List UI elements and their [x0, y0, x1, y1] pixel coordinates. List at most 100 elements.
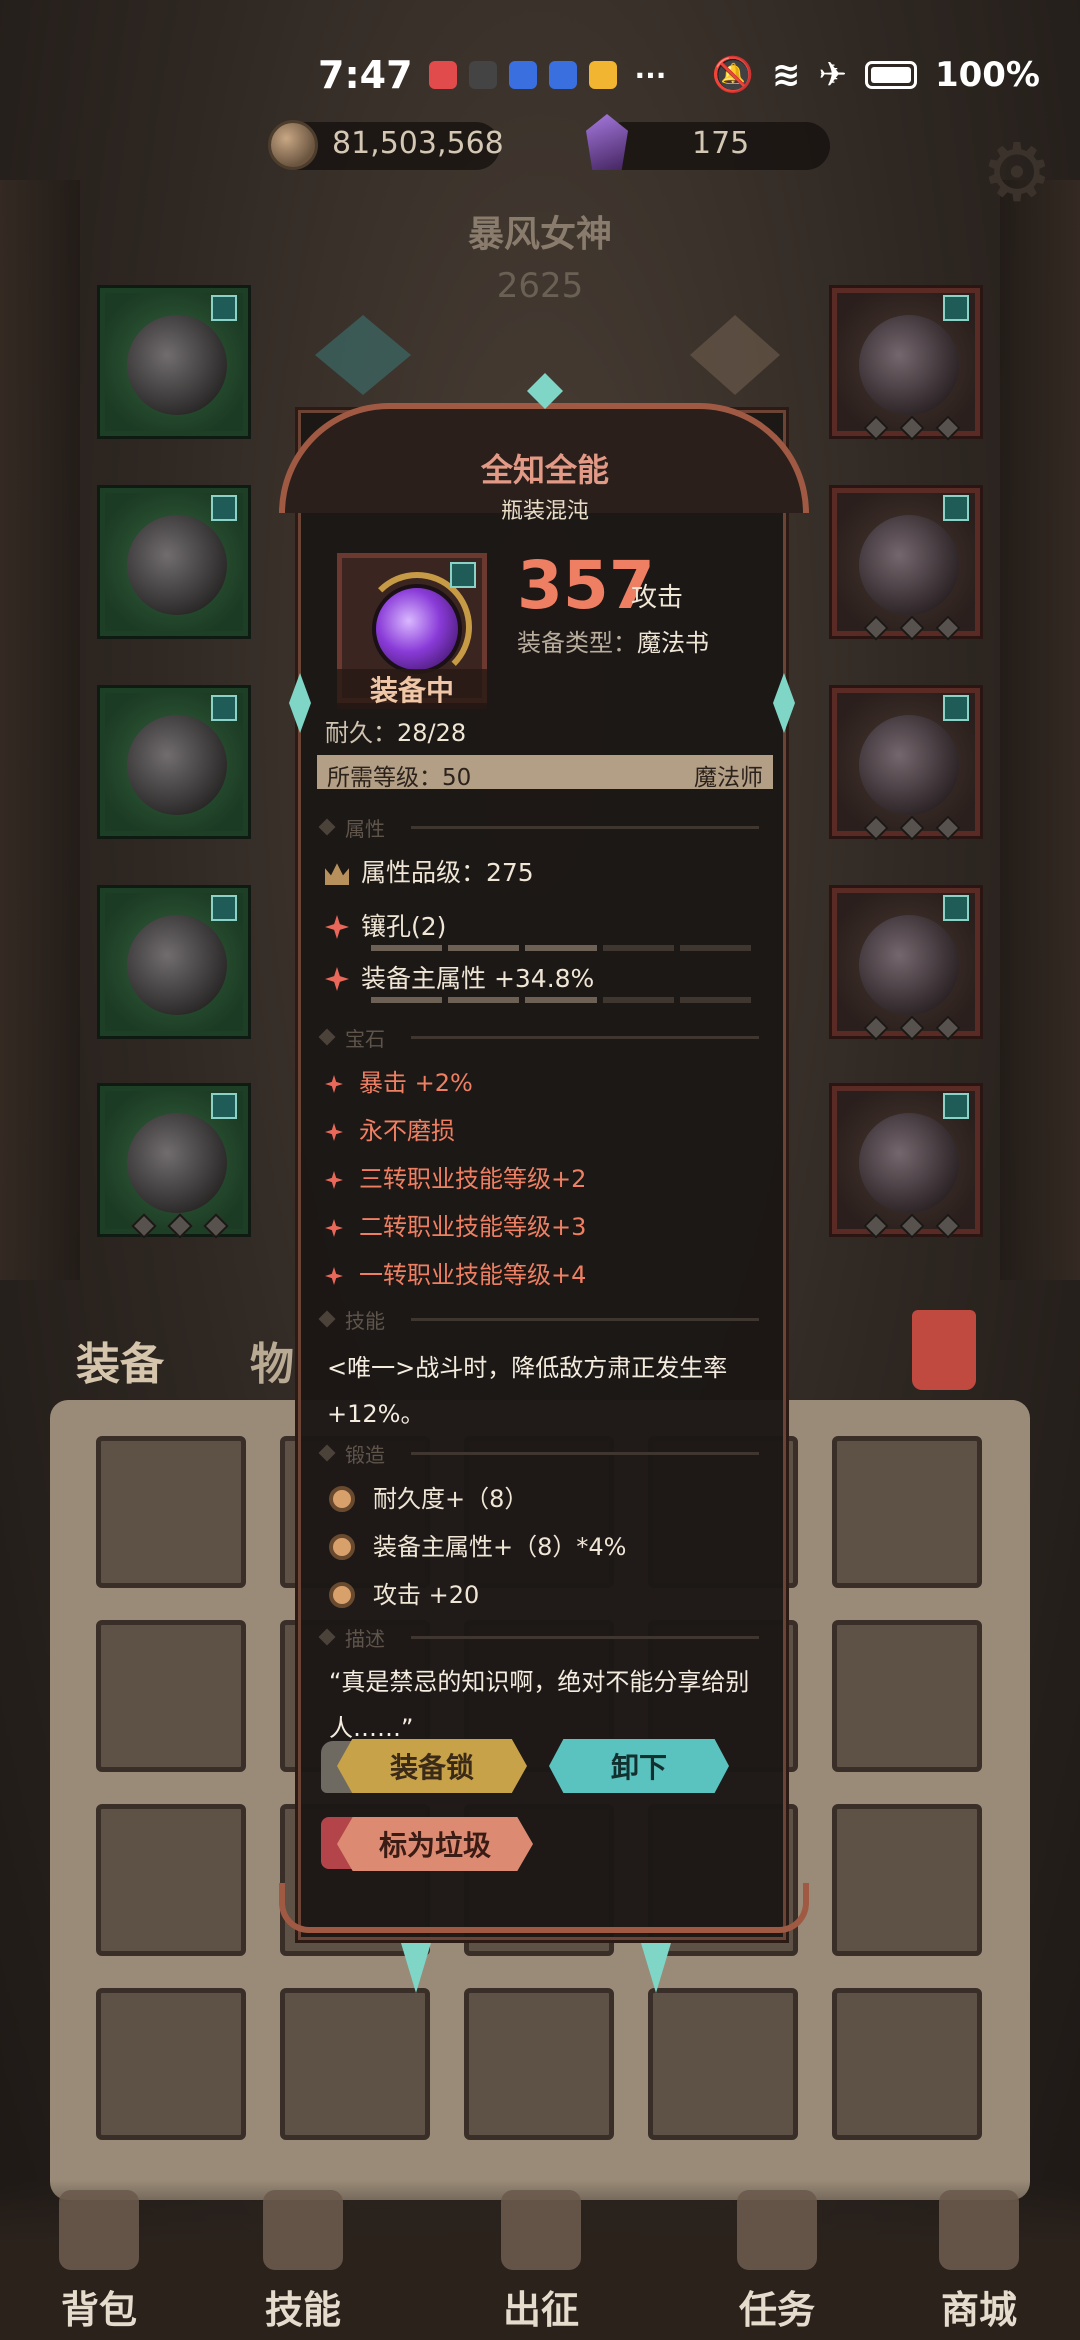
bottom-nav: 背包 技能 出征 任务 商城	[0, 2180, 1080, 2340]
belt-item-icon	[127, 915, 227, 1015]
inventory-cell[interactable]	[96, 1620, 246, 1772]
rarity-tag-icon	[943, 1093, 969, 1119]
notification-app-icon	[468, 61, 497, 89]
socket-pips	[863, 815, 961, 841]
inventory-cell[interactable]	[832, 1804, 982, 1956]
rarity-tag-icon	[211, 295, 237, 321]
socket-star-icon	[325, 967, 349, 991]
trash-icon[interactable]	[912, 1310, 976, 1390]
equipment-slot-gloves[interactable]	[97, 685, 251, 839]
gloves-item-icon	[127, 715, 227, 815]
more-notifications-indicator: ···	[634, 58, 667, 92]
section-forge: 锻造	[321, 1439, 769, 1469]
required-class: 魔法师	[694, 765, 763, 791]
nav-expedition[interactable]: 出征	[466, 2180, 616, 2340]
equipment-slot-head[interactable]	[97, 285, 251, 439]
sword-icon	[501, 2190, 581, 2270]
hero-name: 暴风女神	[467, 214, 612, 255]
equipment-slot-amulet[interactable]	[829, 485, 983, 641]
inventory-cell[interactable]	[648, 1988, 798, 2140]
mark-junk-button[interactable]: 标为垃圾	[337, 1817, 533, 1871]
tab-equipment[interactable]: 装备	[76, 1328, 164, 1392]
status-right: 🔕 ≋ ✈ 100%	[712, 55, 1040, 95]
section-description: 描述	[321, 1623, 769, 1653]
durability-label: 耐久：	[325, 719, 397, 747]
boots-item-icon	[127, 1113, 227, 1213]
backpack-icon	[59, 2190, 139, 2270]
tooltip-footer-frame	[279, 1883, 809, 1933]
stat-bar	[371, 997, 752, 1003]
cloak-item-icon	[127, 515, 227, 615]
equipment-slot-helmet[interactable]	[829, 285, 983, 441]
equipment-slot-offhand[interactable]	[829, 1083, 983, 1239]
notification-app-icon	[508, 61, 537, 89]
airplane-icon: ✈	[818, 55, 847, 95]
nav-label: 技能	[264, 2288, 341, 2332]
rarity-tag-icon	[211, 1093, 237, 1119]
inventory-cell[interactable]	[832, 1620, 982, 1772]
inventory-cell[interactable]	[832, 1988, 982, 2140]
owl-amulet-item-icon	[859, 515, 959, 615]
inventory-cell[interactable]	[832, 1436, 982, 1588]
socket-pips	[131, 1213, 229, 1239]
equipment-slot-cloak[interactable]	[97, 485, 251, 639]
inventory-cell[interactable]	[280, 1988, 430, 2140]
scroll-icon	[737, 2190, 817, 2270]
socket-star-icon	[325, 915, 349, 939]
equipment-slot-belt[interactable]	[97, 885, 251, 1039]
socket-pips	[863, 1213, 961, 1239]
currency-row: 81,503,568 175	[268, 114, 830, 178]
forge-bonus: 装备主属性+（8）*4%	[329, 1527, 626, 1562]
required-level: 所需等级：50	[327, 765, 472, 791]
notification-app-icon	[548, 61, 577, 89]
gem-star-icon	[325, 1075, 343, 1093]
bell-off-icon: 🔕	[711, 55, 754, 95]
equipment-slot-boots[interactable]	[97, 1083, 251, 1239]
equipment-lock-button[interactable]: 装备锁	[337, 1739, 527, 1793]
item-tooltip-panel: 全知全能 瓶装混沌 装备中 357 攻击 装备类型： 魔法书 耐久：28/28 …	[279, 373, 809, 1993]
gear-icon[interactable]: ⚙	[974, 130, 1060, 216]
item-flavor-text: “真是禁忌的知识啊，绝对不能分享给别人……”	[329, 1668, 750, 1742]
gem-star-icon	[325, 1267, 343, 1285]
background-frame-right	[1000, 180, 1080, 1280]
inventory-cell[interactable]	[464, 1988, 614, 2140]
skill-book-icon	[263, 2190, 343, 2270]
rarity-tag-icon	[211, 495, 237, 521]
rarity-tag-icon	[211, 695, 237, 721]
gem-star-icon	[325, 1219, 343, 1237]
wifi-icon: ≋	[771, 55, 801, 95]
nav-shop[interactable]: 商城	[904, 2180, 1054, 2340]
rarity-tag-icon	[943, 295, 969, 321]
rarity-tag-icon	[943, 495, 969, 521]
equipment-slot-weapon[interactable]	[829, 885, 983, 1041]
rarity-tag-icon	[211, 895, 237, 921]
unequip-button[interactable]: 卸下	[549, 1739, 729, 1793]
rarity-tag-icon	[943, 895, 969, 921]
gem-star-icon	[325, 1123, 343, 1141]
gem-amount: 175	[692, 126, 750, 161]
item-name: 全知全能	[480, 451, 609, 489]
socket-pips	[863, 1015, 961, 1041]
nav-label: 商城	[940, 2288, 1017, 2332]
forge-dot-icon	[329, 1534, 355, 1560]
equipped-badge: 装备中	[337, 669, 487, 709]
background-frame-left	[0, 180, 80, 1280]
inventory-cell[interactable]	[96, 1436, 246, 1588]
gem-star-icon	[325, 1171, 343, 1189]
nav-label: 背包	[60, 2288, 137, 2332]
socket-pips	[863, 415, 961, 441]
nav-quests[interactable]: 任务	[702, 2180, 852, 2340]
nav-backpack[interactable]: 背包	[24, 2180, 174, 2340]
inventory-cell[interactable]	[96, 1988, 246, 2140]
tab-items[interactable]: 物	[250, 1328, 294, 1392]
nav-label: 出征	[502, 2288, 579, 2332]
durability-value: 28/28	[397, 719, 467, 747]
section-skills: 技能	[321, 1305, 769, 1335]
nav-skills[interactable]: 技能	[228, 2180, 378, 2340]
inventory-cell[interactable]	[96, 1804, 246, 1956]
gem-bonus: 一转职业技能等级+4	[325, 1255, 586, 1290]
forge-bonus: 攻击 +20	[329, 1575, 479, 1610]
socket-pips	[863, 615, 961, 641]
forge-dot-icon	[329, 1486, 355, 1512]
equipment-slot-ring[interactable]	[829, 685, 983, 841]
